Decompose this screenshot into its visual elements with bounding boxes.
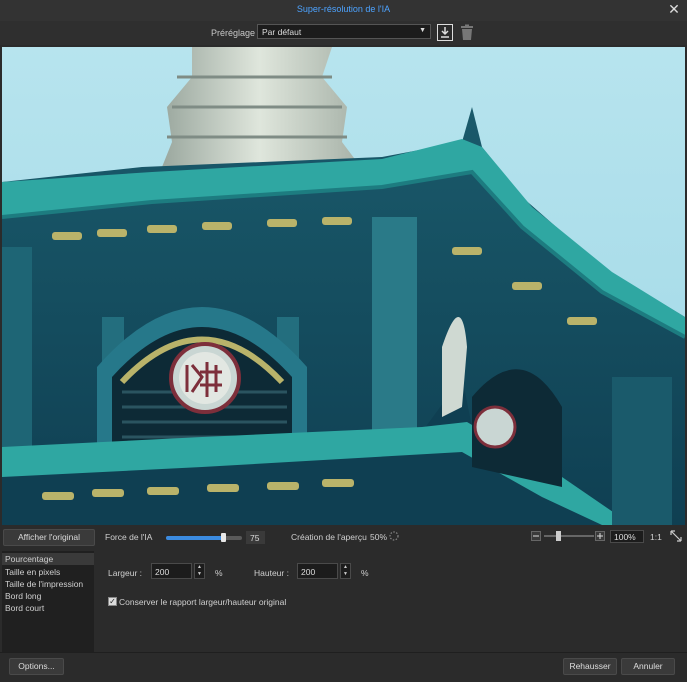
zoom-out-icon[interactable] bbox=[531, 531, 541, 541]
zoom-slider-track[interactable] bbox=[544, 535, 594, 537]
zoom-slider-thumb[interactable] bbox=[556, 531, 561, 541]
size-mode-short-edge[interactable]: Bord court bbox=[2, 602, 94, 614]
loading-spinner-icon bbox=[389, 531, 399, 541]
height-stepper[interactable]: ▲ ▼ bbox=[340, 563, 351, 579]
width-input[interactable]: 200 bbox=[151, 563, 192, 579]
size-mode-long-edge[interactable]: Bord long bbox=[2, 590, 94, 602]
size-mode-pixels[interactable]: Taille en pixels bbox=[2, 566, 94, 578]
save-preset-icon bbox=[437, 24, 453, 41]
preset-dropdown[interactable]: Par défaut ▼ bbox=[257, 24, 431, 39]
title-bar: Super-résolution de l'IA ✕ bbox=[0, 0, 687, 21]
preset-label: Préréglage bbox=[211, 28, 256, 38]
size-mode-percentage[interactable]: Pourcentage bbox=[2, 553, 94, 565]
size-mode-print[interactable]: Taille de l'impression bbox=[2, 578, 94, 590]
size-mode-list: Pourcentage Taille en pixels Taille de l… bbox=[2, 551, 94, 652]
ai-strength-value[interactable]: 75 bbox=[246, 531, 265, 544]
preset-value: Par défaut bbox=[262, 27, 302, 37]
zoom-actual-size-button[interactable]: 1:1 bbox=[650, 532, 662, 542]
enhance-button[interactable]: Rehausser bbox=[563, 658, 617, 675]
stepper-down-icon[interactable]: ▼ bbox=[341, 571, 350, 578]
options-button[interactable]: Options... bbox=[9, 658, 64, 675]
trash-icon bbox=[461, 24, 473, 40]
width-unit: % bbox=[215, 568, 223, 578]
height-unit: % bbox=[361, 568, 369, 578]
save-preset-button[interactable] bbox=[437, 24, 453, 41]
preview-creation-label: Création de l'aperçu bbox=[291, 532, 367, 542]
stepper-up-icon[interactable]: ▲ bbox=[341, 564, 350, 571]
cancel-button[interactable]: Annuler bbox=[621, 658, 675, 675]
fit-to-window-icon[interactable] bbox=[670, 530, 682, 542]
delete-preset-button[interactable] bbox=[459, 24, 475, 41]
ai-strength-slider-thumb[interactable] bbox=[221, 533, 226, 542]
height-label: Hauteur : bbox=[254, 568, 289, 578]
ai-strength-label: Force de l'IA bbox=[105, 532, 153, 542]
show-original-button[interactable]: Afficher l'original bbox=[3, 529, 95, 546]
ai-strength-slider-fill bbox=[166, 536, 223, 540]
keep-ratio-label: Conserver le rapport largeur/hauteur ori… bbox=[119, 597, 287, 607]
width-stepper[interactable]: ▲ ▼ bbox=[194, 563, 205, 579]
keep-ratio-checkbox[interactable]: ✓ bbox=[108, 597, 117, 606]
height-input[interactable]: 200 bbox=[297, 563, 338, 579]
zoom-value-input[interactable]: 100% bbox=[610, 530, 644, 543]
checkmark-icon: ✓ bbox=[109, 597, 116, 606]
preview-image[interactable] bbox=[2, 47, 685, 525]
window-title: Super-résolution de l'IA bbox=[296, 4, 391, 14]
width-label: Largeur : bbox=[108, 568, 143, 578]
stepper-up-icon[interactable]: ▲ bbox=[195, 564, 204, 571]
stepper-down-icon[interactable]: ▼ bbox=[195, 571, 204, 578]
temple-photo bbox=[2, 47, 685, 525]
preview-creation-percent: 50% bbox=[370, 532, 388, 542]
close-icon[interactable]: ✕ bbox=[667, 2, 681, 16]
zoom-in-icon[interactable] bbox=[595, 531, 605, 541]
chevron-down-icon: ▼ bbox=[419, 27, 426, 34]
